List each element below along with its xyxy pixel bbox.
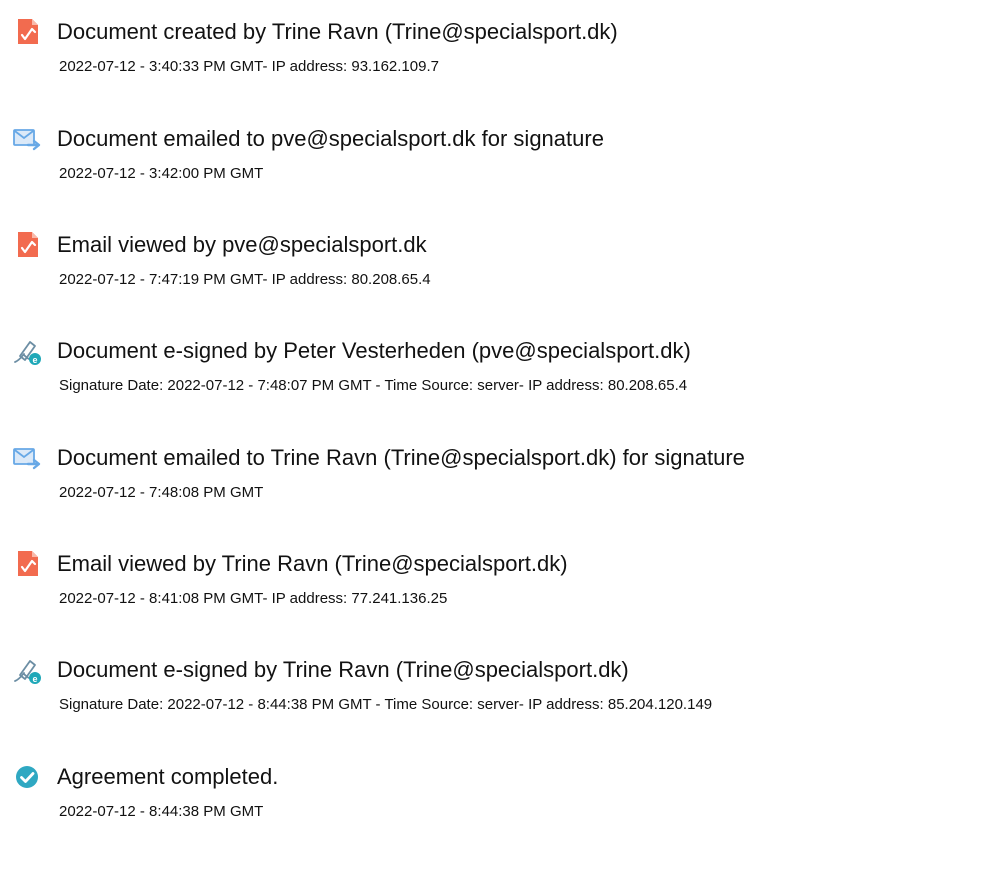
event-title: Email viewed by pve@specialsport.dk: [57, 232, 427, 257]
audit-event-document-created: Document created by Trine Ravn (Trine@sp…: [0, 17, 988, 117]
event-title: Document e-signed by Peter Vesterheden (…: [57, 338, 691, 363]
check-circle-icon: [12, 762, 42, 792]
audit-event-document-signed: e Document e-signed by Trine Ravn (Trine…: [0, 655, 988, 755]
event-detail: 2022-07-12 - 8:44:38 PM GMT: [59, 803, 264, 820]
email-sent-icon: [12, 443, 42, 473]
pdf-document-icon: [12, 230, 42, 260]
event-title: Document emailed to pve@specialsport.dk …: [57, 126, 604, 151]
pen-signature-icon: e: [12, 336, 42, 366]
event-title: Document e-signed by Trine Ravn (Trine@s…: [57, 657, 629, 682]
pdf-document-icon: [12, 17, 42, 47]
event-title: Agreement completed.: [57, 764, 279, 789]
event-title: Document created by Trine Ravn (Trine@sp…: [57, 19, 618, 44]
pdf-document-icon: [12, 549, 42, 579]
event-detail: Signature Date: 2022-07-12 - 8:44:38 PM …: [59, 696, 713, 713]
audit-event-agreement-completed: Agreement completed. 2022-07-12 - 8:44:3…: [0, 762, 988, 862]
event-title: Email viewed by Trine Ravn (Trine@specia…: [57, 551, 568, 576]
event-detail: 2022-07-12 - 7:47:19 PM GMT- IP address:…: [59, 271, 431, 288]
svg-text:e: e: [32, 355, 37, 365]
event-title: Document emailed to Trine Ravn (Trine@sp…: [57, 445, 745, 470]
event-detail: Signature Date: 2022-07-12 - 7:48:07 PM …: [59, 377, 688, 394]
event-detail: 2022-07-12 - 3:40:33 PM GMT- IP address:…: [59, 58, 439, 75]
audit-event-email-viewed: Email viewed by pve@specialsport.dk 2022…: [0, 230, 988, 330]
email-sent-icon: [12, 124, 42, 154]
audit-trail: Document created by Trine Ravn (Trine@sp…: [0, 0, 988, 877]
event-detail: 2022-07-12 - 8:41:08 PM GMT- IP address:…: [59, 590, 448, 607]
pen-signature-icon: e: [12, 655, 42, 685]
audit-event-document-emailed: Document emailed to Trine Ravn (Trine@sp…: [0, 443, 988, 543]
event-detail: 2022-07-12 - 3:42:00 PM GMT: [59, 165, 264, 182]
audit-event-document-emailed: Document emailed to pve@specialsport.dk …: [0, 124, 988, 224]
event-detail: 2022-07-12 - 7:48:08 PM GMT: [59, 484, 264, 501]
svg-text:e: e: [32, 674, 37, 684]
audit-event-document-signed: e Document e-signed by Peter Vesterheden…: [0, 336, 988, 436]
audit-event-email-viewed: Email viewed by Trine Ravn (Trine@specia…: [0, 549, 988, 649]
